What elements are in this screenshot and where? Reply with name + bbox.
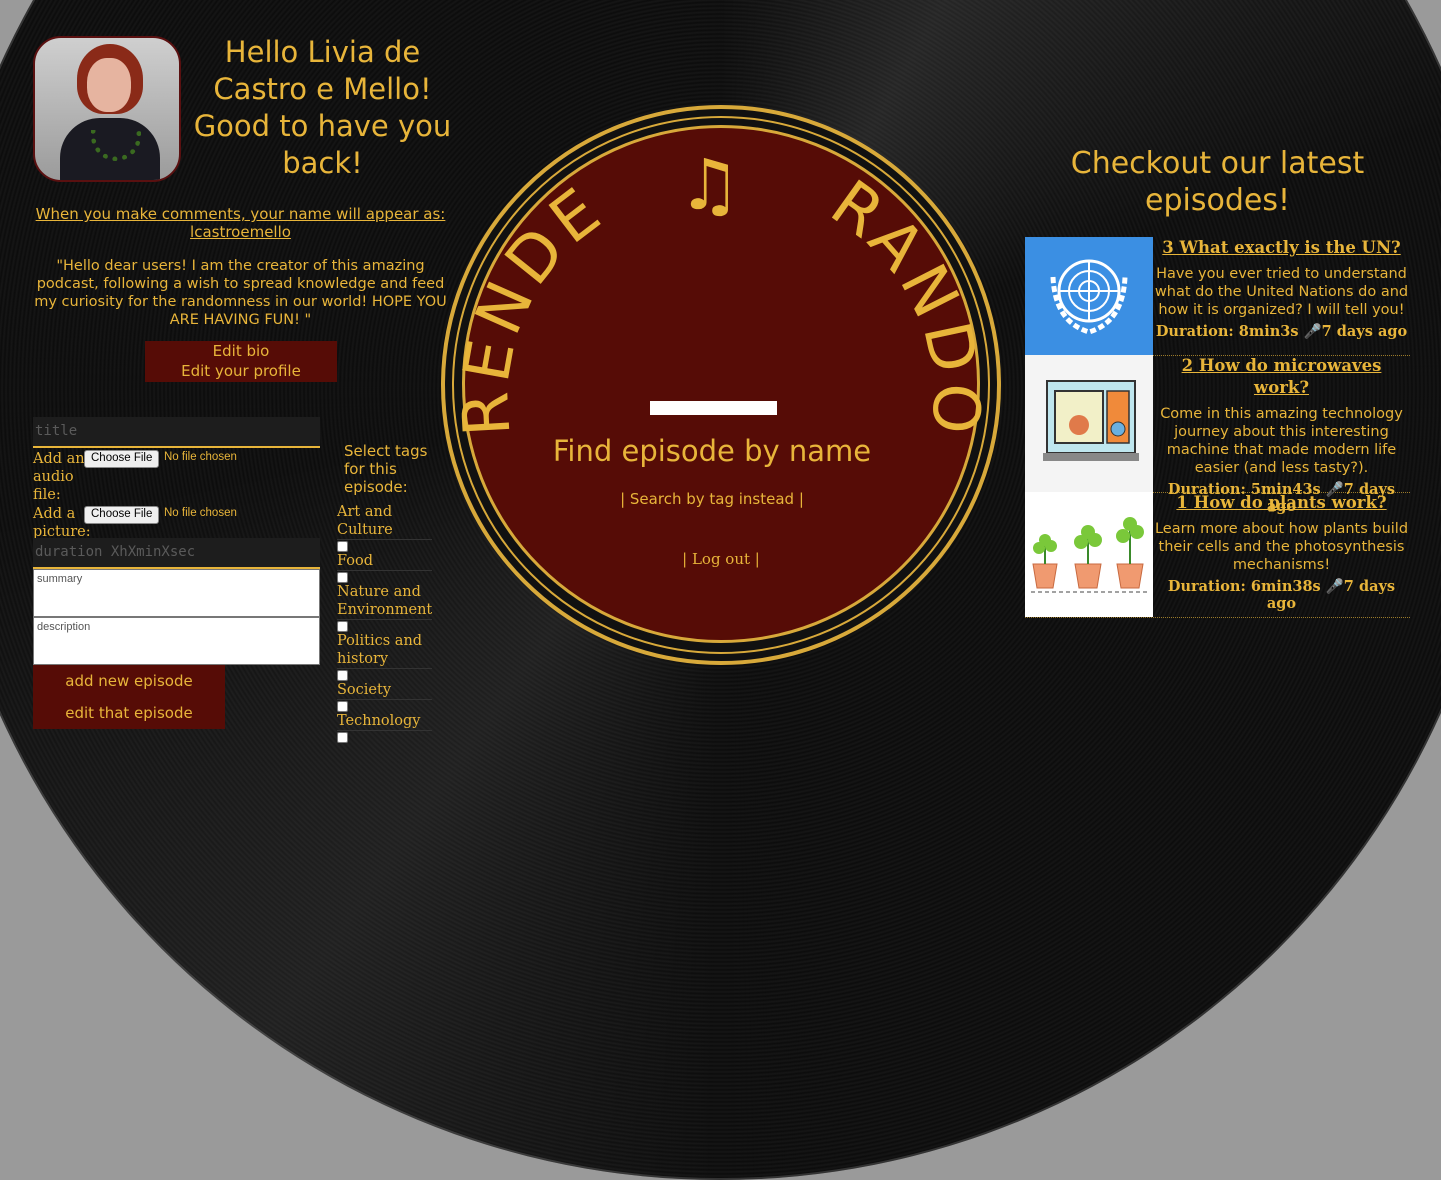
summary-placeholder: summary [37, 573, 83, 585]
logout-link[interactable]: | Log out | [462, 550, 980, 568]
comment-name-note: When you make comments, your name will a… [35, 205, 446, 241]
episode-summary: Come in this amazing technology journey … [1160, 406, 1403, 476]
greeting-heading: Hello Livia de Castro e Mello! Good to h… [193, 35, 452, 180]
episode-search-input[interactable] [650, 401, 777, 415]
picture-file-label: Add a picture: [33, 506, 91, 540]
plants-thumbnail [1025, 492, 1153, 617]
tag-checkbox-nature[interactable] [337, 621, 348, 632]
tag-checkbox-art[interactable] [337, 541, 348, 552]
tags-heading: Select tags for this episode: [344, 442, 428, 496]
tag-label-society: Society [337, 681, 432, 700]
tag-label-food: Food [337, 552, 432, 571]
description-textarea[interactable]: description [33, 617, 320, 665]
latest-episodes-heading: Checkout our latest episodes! [1070, 146, 1365, 218]
edit-profile-box: Edit bio Edit your profile [145, 341, 337, 382]
choose-audio-button[interactable]: Choose File [84, 450, 160, 468]
episode-item[interactable]: 3 What exactly is the UN? Have you ever … [1025, 237, 1410, 356]
edit-episode-button[interactable]: edit that episode [33, 697, 225, 729]
duration-input[interactable]: duration XhXminXsec [33, 538, 320, 569]
search-by-tag-link[interactable]: | Search by tag instead | [462, 490, 962, 508]
tag-checkbox-technology[interactable] [337, 732, 348, 743]
choose-picture-button[interactable]: Choose File [84, 506, 160, 524]
picture-file-status: No file chosen [164, 507, 237, 519]
tag-label-nature: Nature and Environment [337, 584, 433, 620]
tag-checkbox-food[interactable] [337, 572, 348, 583]
edit-bio-button[interactable]: Edit bio [145, 341, 337, 361]
description-placeholder: description [37, 621, 91, 633]
tag-checkbox-politics[interactable] [337, 670, 348, 681]
episode-summary: Have you ever tried to understand what d… [1154, 266, 1409, 318]
edit-profile-button[interactable]: Edit your profile [145, 361, 337, 381]
add-episode-button[interactable]: add new episode [33, 665, 225, 697]
tag-label-art: Art and Culture [337, 503, 432, 540]
find-episode-label: Find episode by name [552, 434, 872, 468]
un-logo-thumbnail [1025, 237, 1153, 355]
user-bio: "Hello dear users! I am the creator of t… [34, 258, 447, 328]
summary-textarea[interactable]: summary [33, 569, 320, 617]
site-title-render: RENDER [441, 105, 618, 438]
title-input[interactable]: title [33, 417, 320, 448]
episode-summary: Learn more about how plants build their … [1154, 521, 1409, 573]
microwave-thumbnail [1025, 355, 1153, 492]
audio-file-label: Add an audio file: [33, 451, 85, 503]
episode-actions: add new episode edit that episode [33, 665, 225, 729]
music-note-icon: ♫ [678, 144, 741, 226]
episode-title-link[interactable]: 2 How do microwaves work? [1153, 355, 1410, 399]
tag-checkbox-society[interactable] [337, 701, 348, 712]
episode-meta: Duration: 8min3s 🎤7 days ago [1155, 323, 1408, 340]
episode-item[interactable]: 2 How do microwaves work? Come in this a… [1025, 355, 1410, 515]
episode-title-link[interactable]: 3 What exactly is the UN? [1153, 237, 1410, 259]
episode-meta: Duration: 6min38s 🎤7 days ago [1167, 578, 1396, 612]
episode-item[interactable]: 1 How do plants work? Learn more about h… [1025, 492, 1410, 618]
episode-title-link[interactable]: 1 How do plants work? [1153, 492, 1410, 514]
title-placeholder: title [35, 423, 78, 439]
audio-file-status: No file chosen [164, 451, 237, 463]
duration-placeholder: duration XhXminXsec [35, 544, 196, 560]
tag-label-technology: Technology [337, 712, 432, 731]
avatar [33, 36, 181, 182]
tag-label-politics: Politics and history [337, 632, 432, 669]
